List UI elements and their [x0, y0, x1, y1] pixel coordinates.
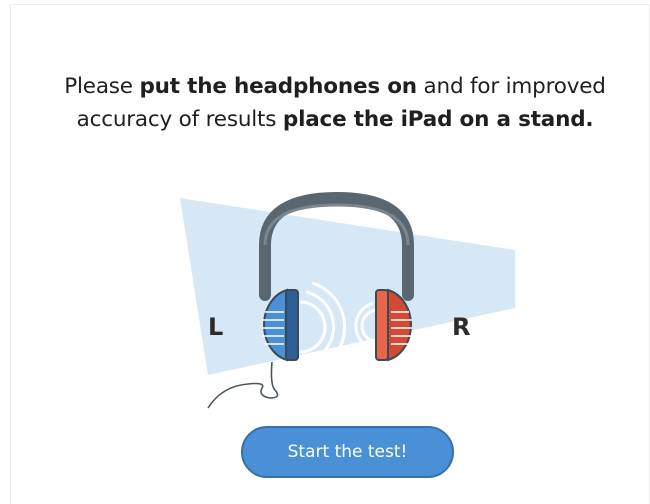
instruction-bold-1: put the headphones on	[139, 74, 417, 99]
start-test-button[interactable]: Start the test!	[241, 426, 454, 478]
right-label: R	[452, 313, 471, 341]
app-frame: Please put the headphones on and for imp…	[0, 0, 650, 504]
headphones-illustration	[180, 191, 515, 409]
instruction-text: Please put the headphones on and for imp…	[20, 70, 650, 136]
frame-border-top	[10, 4, 650, 5]
frame-border-left	[10, 4, 11, 504]
instruction-part-1: Please	[64, 74, 140, 99]
left-label: L	[208, 313, 224, 341]
instruction-bold-2: place the iPad on a stand.	[282, 107, 594, 132]
sound-beam	[180, 198, 515, 375]
